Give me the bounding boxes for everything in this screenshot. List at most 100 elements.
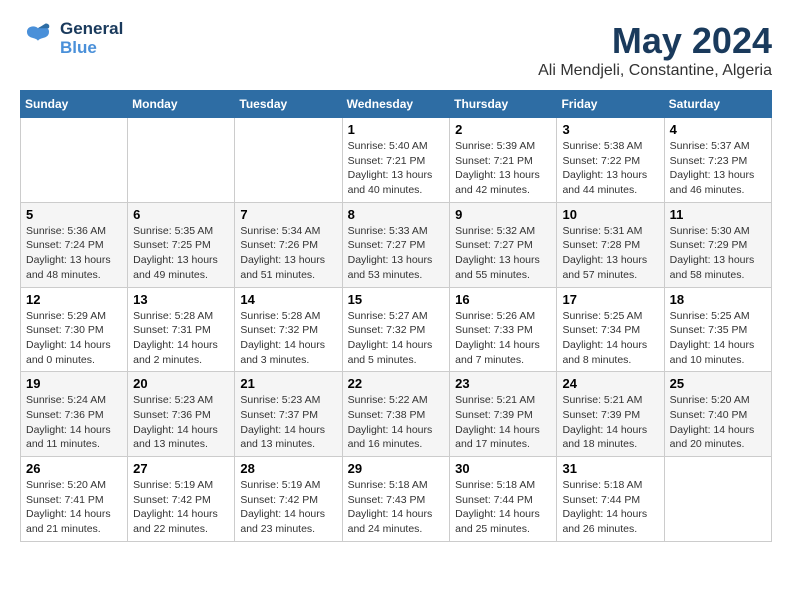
calendar-week-row: 26 Sunrise: 5:20 AMSunset: 7:41 PMDayligh… (21, 457, 772, 542)
day-info: Sunrise: 5:26 AMSunset: 7:33 PMDaylight:… (455, 309, 551, 368)
calendar-table: SundayMondayTuesdayWednesdayThursdayFrid… (20, 90, 772, 542)
day-info: Sunrise: 5:18 AMSunset: 7:44 PMDaylight:… (562, 478, 658, 537)
day-info: Sunrise: 5:32 AMSunset: 7:27 PMDaylight:… (455, 224, 551, 283)
calendar-cell: 8 Sunrise: 5:33 AMSunset: 7:27 PMDaylight… (342, 202, 450, 287)
day-info: Sunrise: 5:35 AMSunset: 7:25 PMDaylight:… (133, 224, 229, 283)
day-info: Sunrise: 5:23 AMSunset: 7:36 PMDaylight:… (133, 393, 229, 452)
calendar-cell: 14Sunrise: 5:28 AMSunset: 7:32 PMDayligh… (235, 287, 342, 372)
calendar-cell (21, 118, 128, 203)
day-info: Sunrise: 5:28 AMSunset: 7:31 PMDaylight:… (133, 309, 229, 368)
weekday-header: Thursday (450, 91, 557, 118)
calendar-cell: 7 Sunrise: 5:34 AMSunset: 7:26 PMDaylight… (235, 202, 342, 287)
day-info: Sunrise: 5:23 AMSunset: 7:37 PMDaylight:… (240, 393, 336, 452)
calendar-cell: 3Sunrise: 5:38 AMSunset: 7:22 PMDaylight… (557, 118, 664, 203)
calendar-cell (128, 118, 235, 203)
calendar-cell: 18 Sunrise: 5:25 AMSunset: 7:35 PMDayligh… (664, 287, 771, 372)
calendar-cell: 15Sunrise: 5:27 AMSunset: 7:32 PMDayligh… (342, 287, 450, 372)
calendar-cell: 19Sunrise: 5:24 AMSunset: 7:36 PMDayligh… (21, 372, 128, 457)
calendar-cell: 29 Sunrise: 5:18 AMSunset: 7:43 PMDayligh… (342, 457, 450, 542)
calendar-cell: 4Sunrise: 5:37 AMSunset: 7:23 PMDaylight… (664, 118, 771, 203)
calendar-cell: 17Sunrise: 5:25 AMSunset: 7:34 PMDayligh… (557, 287, 664, 372)
calendar-cell: 21 Sunrise: 5:23 AMSunset: 7:37 PMDayligh… (235, 372, 342, 457)
day-info: Sunrise: 5:40 AMSunset: 7:21 PMDaylight:… (348, 139, 445, 198)
day-number: 31 (562, 461, 658, 476)
calendar-cell: 31 Sunrise: 5:18 AMSunset: 7:44 PMDayligh… (557, 457, 664, 542)
day-number: 9 (455, 207, 551, 222)
location-subtitle: Ali Mendjeli, Constantine, Algeria (538, 62, 772, 80)
calendar-cell: 10Sunrise: 5:31 AMSunset: 7:28 PMDayligh… (557, 202, 664, 287)
calendar-cell: 9 Sunrise: 5:32 AMSunset: 7:27 PMDaylight… (450, 202, 557, 287)
day-info: Sunrise: 5:22 AMSunset: 7:38 PMDaylight:… (348, 393, 445, 452)
calendar-cell: 11Sunrise: 5:30 AMSunset: 7:29 PMDayligh… (664, 202, 771, 287)
day-number: 27 (133, 461, 229, 476)
day-number: 4 (670, 122, 766, 137)
title-section: May 2024 Ali Mendjeli, Constantine, Alge… (538, 20, 772, 80)
day-number: 29 (348, 461, 445, 476)
weekday-header-row: SundayMondayTuesdayWednesdayThursdayFrid… (21, 91, 772, 118)
weekday-header: Friday (557, 91, 664, 118)
calendar-week-row: 19Sunrise: 5:24 AMSunset: 7:36 PMDayligh… (21, 372, 772, 457)
calendar-week-row: 5Sunrise: 5:36 AMSunset: 7:24 PMDaylight… (21, 202, 772, 287)
day-number: 7 (240, 207, 336, 222)
logo: General Blue (20, 20, 123, 57)
day-number: 1 (348, 122, 445, 137)
day-number: 16 (455, 292, 551, 307)
day-info: Sunrise: 5:21 AMSunset: 7:39 PMDaylight:… (562, 393, 658, 452)
day-info: Sunrise: 5:25 AMSunset: 7:35 PMDaylight:… (670, 309, 766, 368)
day-info: Sunrise: 5:34 AMSunset: 7:26 PMDaylight:… (240, 224, 336, 283)
day-number: 20 (133, 376, 229, 391)
day-info: Sunrise: 5:38 AMSunset: 7:22 PMDaylight:… (562, 139, 658, 198)
weekday-header: Tuesday (235, 91, 342, 118)
day-number: 23 (455, 376, 551, 391)
weekday-header: Sunday (21, 91, 128, 118)
day-number: 10 (562, 207, 658, 222)
day-info: Sunrise: 5:30 AMSunset: 7:29 PMDaylight:… (670, 224, 766, 283)
calendar-cell: 16 Sunrise: 5:26 AMSunset: 7:33 PMDayligh… (450, 287, 557, 372)
calendar-cell (235, 118, 342, 203)
page-header: General Blue May 2024 Ali Mendjeli, Cons… (20, 20, 772, 80)
calendar-cell: 22 Sunrise: 5:22 AMSunset: 7:38 PMDayligh… (342, 372, 450, 457)
day-number: 15 (348, 292, 445, 307)
day-info: Sunrise: 5:33 AMSunset: 7:27 PMDaylight:… (348, 224, 445, 283)
day-info: Sunrise: 5:21 AMSunset: 7:39 PMDaylight:… (455, 393, 551, 452)
day-number: 21 (240, 376, 336, 391)
calendar-cell: 23 Sunrise: 5:21 AMSunset: 7:39 PMDayligh… (450, 372, 557, 457)
calendar-cell: 1 Sunrise: 5:40 AMSunset: 7:21 PMDaylight… (342, 118, 450, 203)
weekday-header: Saturday (664, 91, 771, 118)
calendar-cell: 26 Sunrise: 5:20 AMSunset: 7:41 PMDayligh… (21, 457, 128, 542)
day-number: 22 (348, 376, 445, 391)
day-number: 6 (133, 207, 229, 222)
month-title: May 2024 (538, 20, 772, 62)
day-number: 19 (26, 376, 122, 391)
calendar-cell: 12Sunrise: 5:29 AMSunset: 7:30 PMDayligh… (21, 287, 128, 372)
weekday-header: Wednesday (342, 91, 450, 118)
day-info: Sunrise: 5:19 AMSunset: 7:42 PMDaylight:… (240, 478, 336, 537)
calendar-cell: 27 Sunrise: 5:19 AMSunset: 7:42 PMDayligh… (128, 457, 235, 542)
logo-icon (20, 21, 56, 57)
calendar-cell: 13Sunrise: 5:28 AMSunset: 7:31 PMDayligh… (128, 287, 235, 372)
calendar-cell: 5Sunrise: 5:36 AMSunset: 7:24 PMDaylight… (21, 202, 128, 287)
logo-blue: Blue (60, 39, 123, 58)
day-number: 28 (240, 461, 336, 476)
calendar-week-row: 1 Sunrise: 5:40 AMSunset: 7:21 PMDaylight… (21, 118, 772, 203)
day-number: 24 (562, 376, 658, 391)
calendar-cell: 25Sunrise: 5:20 AMSunset: 7:40 PMDayligh… (664, 372, 771, 457)
day-info: Sunrise: 5:19 AMSunset: 7:42 PMDaylight:… (133, 478, 229, 537)
calendar-cell: 20 Sunrise: 5:23 AMSunset: 7:36 PMDayligh… (128, 372, 235, 457)
day-number: 26 (26, 461, 122, 476)
calendar-week-row: 12Sunrise: 5:29 AMSunset: 7:30 PMDayligh… (21, 287, 772, 372)
day-info: Sunrise: 5:39 AMSunset: 7:21 PMDaylight:… (455, 139, 551, 198)
calendar-cell: 28 Sunrise: 5:19 AMSunset: 7:42 PMDayligh… (235, 457, 342, 542)
day-info: Sunrise: 5:20 AMSunset: 7:41 PMDaylight:… (26, 478, 122, 537)
day-info: Sunrise: 5:18 AMSunset: 7:43 PMDaylight:… (348, 478, 445, 537)
day-number: 18 (670, 292, 766, 307)
day-number: 5 (26, 207, 122, 222)
weekday-header: Monday (128, 91, 235, 118)
day-info: Sunrise: 5:29 AMSunset: 7:30 PMDaylight:… (26, 309, 122, 368)
day-info: Sunrise: 5:18 AMSunset: 7:44 PMDaylight:… (455, 478, 551, 537)
day-number: 2 (455, 122, 551, 137)
day-number: 8 (348, 207, 445, 222)
day-info: Sunrise: 5:20 AMSunset: 7:40 PMDaylight:… (670, 393, 766, 452)
calendar-cell: 24 Sunrise: 5:21 AMSunset: 7:39 PMDayligh… (557, 372, 664, 457)
day-number: 17 (562, 292, 658, 307)
